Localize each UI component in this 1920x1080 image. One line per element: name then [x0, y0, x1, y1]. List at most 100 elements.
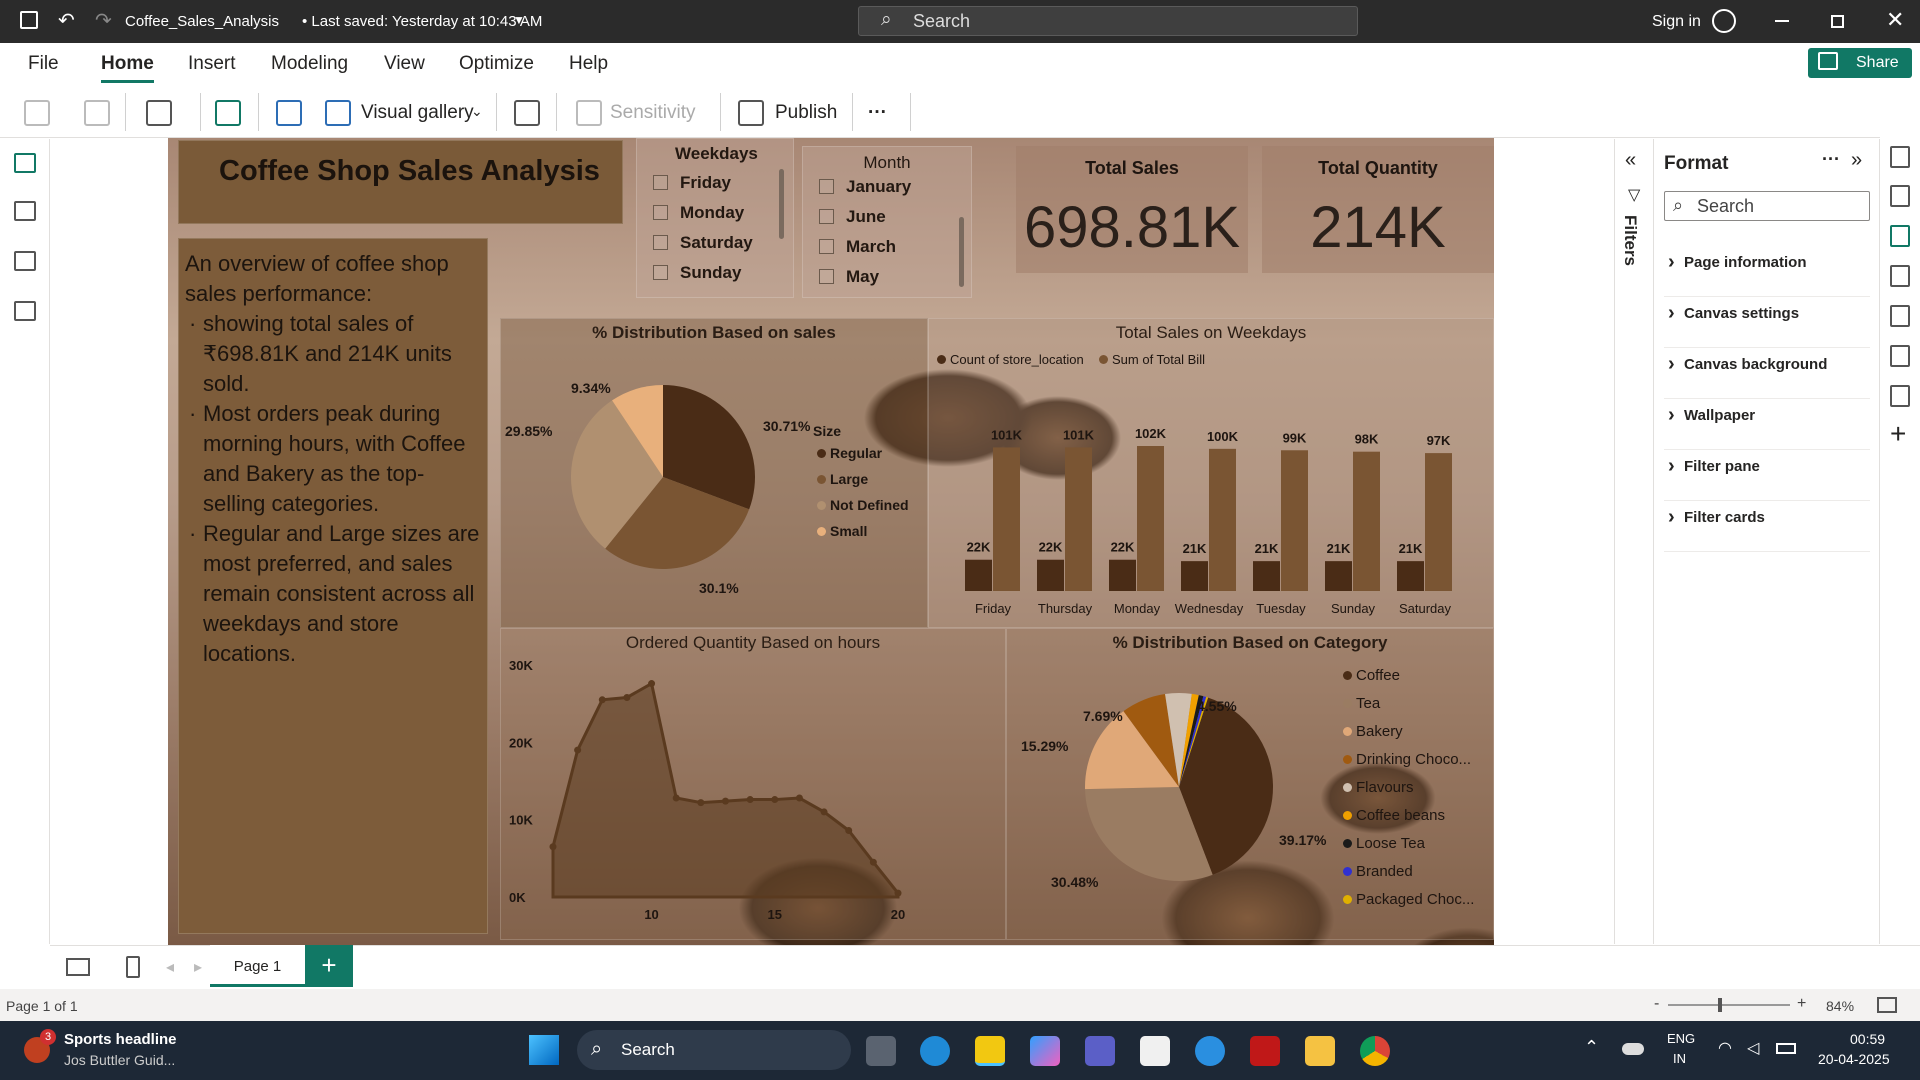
title-search-input[interactable]: ⌕ Search: [858, 6, 1358, 36]
total-quantity-card[interactable]: Total Quantity 214K: [1262, 146, 1494, 273]
legend-item[interactable]: Coffee beans: [1343, 807, 1445, 824]
format-painter-icon[interactable]: [84, 100, 110, 126]
checkbox[interactable]: [819, 239, 834, 254]
checkbox[interactable]: [653, 175, 668, 190]
task-view-icon[interactable]: [866, 1036, 896, 1066]
calculator-icon[interactable]: [514, 100, 540, 126]
powerbi-icon[interactable]: [975, 1036, 1005, 1066]
paste-icon[interactable]: [24, 100, 50, 126]
visual-gallery-icon[interactable]: [325, 100, 351, 126]
start-icon[interactable]: [529, 1035, 559, 1065]
publish-button[interactable]: Publish: [775, 102, 837, 124]
zoom-level[interactable]: 84%: [1826, 998, 1854, 1014]
performance-icon[interactable]: [1890, 265, 1910, 287]
section-page-information[interactable]: Page information: [1664, 245, 1870, 297]
refresh-icon[interactable]: [215, 100, 241, 126]
legend-item-large[interactable]: Large: [817, 471, 868, 487]
chevron-down-icon[interactable]: ▼: [513, 13, 525, 27]
copilot-icon[interactable]: [1030, 1036, 1060, 1066]
slicer-item-sunday[interactable]: Sunday: [653, 263, 741, 283]
build-visual-icon[interactable]: [1890, 185, 1910, 207]
section-wallpaper[interactable]: Wallpaper: [1664, 398, 1870, 450]
page-tab[interactable]: Page 1: [210, 945, 305, 987]
slicer-item-friday[interactable]: Friday: [653, 173, 731, 193]
checkbox[interactable]: [819, 179, 834, 194]
hourly-quantity-area-chart[interactable]: Ordered Quantity Based on hours 0K 10K 20K…: [500, 628, 1006, 940]
legend-item[interactable]: Drinking Choco...: [1343, 751, 1471, 768]
add-pane-icon[interactable]: +: [1890, 418, 1906, 450]
volume-icon[interactable]: ◁: [1747, 1038, 1759, 1058]
checkbox[interactable]: [653, 205, 668, 220]
total-sales-card[interactable]: Total Sales 698.81K: [1016, 146, 1248, 273]
minimize-icon[interactable]: [1775, 20, 1789, 22]
language-region[interactable]: IN: [1673, 1051, 1686, 1066]
teams-icon[interactable]: [1085, 1036, 1115, 1066]
legend-item-small[interactable]: Small: [817, 523, 867, 539]
checkbox[interactable]: [819, 209, 834, 224]
fit-to-page-icon[interactable]: [1877, 997, 1897, 1013]
close-icon[interactable]: ✕: [1886, 7, 1904, 33]
checkbox[interactable]: [653, 265, 668, 280]
add-page-button[interactable]: +: [305, 945, 353, 987]
maximize-icon[interactable]: [1831, 15, 1844, 28]
slicer-item-march[interactable]: March: [819, 237, 896, 257]
tab-home[interactable]: Home: [101, 53, 154, 83]
undo-icon[interactable]: ↶: [58, 8, 75, 33]
tray-chevron-icon[interactable]: ⌃: [1584, 1037, 1599, 1058]
legend-item[interactable]: Branded: [1343, 863, 1413, 880]
onedrive-icon[interactable]: [1622, 1043, 1644, 1055]
checkbox[interactable]: [653, 235, 668, 250]
zoom-out-icon[interactable]: -: [1654, 995, 1659, 1013]
section-canvas-background[interactable]: Canvas background: [1664, 347, 1870, 399]
share-button[interactable]: Share: [1808, 48, 1912, 78]
expand-icon[interactable]: «: [1625, 149, 1636, 172]
filters-pane-collapsed[interactable]: « ▽ Filters: [1614, 139, 1654, 944]
account-icon[interactable]: [1712, 9, 1736, 33]
clock-date[interactable]: 20-04-2025: [1818, 1051, 1890, 1067]
help-app-icon[interactable]: [1195, 1036, 1225, 1066]
more-options-icon[interactable]: ···: [1822, 149, 1840, 170]
sync-slicers-icon[interactable]: [1890, 345, 1910, 367]
dax-query-icon[interactable]: [14, 301, 36, 321]
get-data-icon[interactable]: [146, 100, 172, 126]
chrome-icon[interactable]: [1360, 1036, 1390, 1066]
weekdays-slicer[interactable]: Weekdays Friday Monday Saturday Sunday: [636, 138, 794, 298]
news-subtitle[interactable]: Jos Buttler Guid...: [64, 1052, 175, 1068]
edge-icon[interactable]: [920, 1036, 950, 1066]
report-view-icon[interactable]: [14, 153, 36, 173]
slicer-scrollbar[interactable]: [959, 217, 964, 287]
legend-item[interactable]: Coffee: [1343, 667, 1400, 684]
taskbar-search[interactable]: ⌕ Search: [577, 1030, 851, 1070]
prev-page-icon[interactable]: ◂: [166, 957, 174, 977]
mobile-layout-icon[interactable]: [126, 956, 140, 978]
save-icon[interactable]: [20, 11, 38, 29]
file-explorer-icon[interactable]: [1305, 1036, 1335, 1066]
slicer-scrollbar[interactable]: [779, 169, 784, 239]
zoom-slider[interactable]: [1668, 998, 1790, 1012]
section-canvas-settings[interactable]: Canvas settings: [1664, 296, 1870, 348]
sign-in-link[interactable]: Sign in: [1652, 13, 1701, 31]
slicer-item-saturday[interactable]: Saturday: [653, 233, 753, 253]
visual-gallery-button[interactable]: Visual gallery: [361, 102, 474, 124]
format-pane-icon[interactable]: [1890, 225, 1910, 247]
next-page-icon[interactable]: ▸: [194, 957, 202, 977]
data-pane-icon[interactable]: [1890, 146, 1910, 168]
new-visual-icon[interactable]: [276, 100, 302, 126]
clock-time[interactable]: 00:59: [1850, 1031, 1885, 1047]
legend-item[interactable]: Tea: [1343, 695, 1380, 712]
more-options-button[interactable]: ···: [868, 102, 887, 124]
tab-help[interactable]: Help: [569, 53, 608, 75]
table-view-icon[interactable]: [14, 201, 36, 221]
tab-insert[interactable]: Insert: [188, 53, 236, 75]
section-filter-pane[interactable]: Filter pane: [1664, 449, 1870, 501]
legend-item[interactable]: Loose Tea: [1343, 835, 1425, 852]
month-slicer[interactable]: Month January June March May: [802, 146, 972, 298]
tab-file[interactable]: File: [28, 53, 59, 75]
model-view-icon[interactable]: [14, 251, 36, 271]
tab-optimize[interactable]: Optimize: [459, 53, 534, 75]
legend-item[interactable]: Packaged Choc...: [1343, 891, 1474, 908]
mcafee-icon[interactable]: [1250, 1036, 1280, 1066]
legend-item[interactable]: Flavours: [1343, 779, 1414, 796]
tab-modeling[interactable]: Modeling: [271, 53, 348, 75]
bookmark-icon[interactable]: [1890, 305, 1910, 327]
